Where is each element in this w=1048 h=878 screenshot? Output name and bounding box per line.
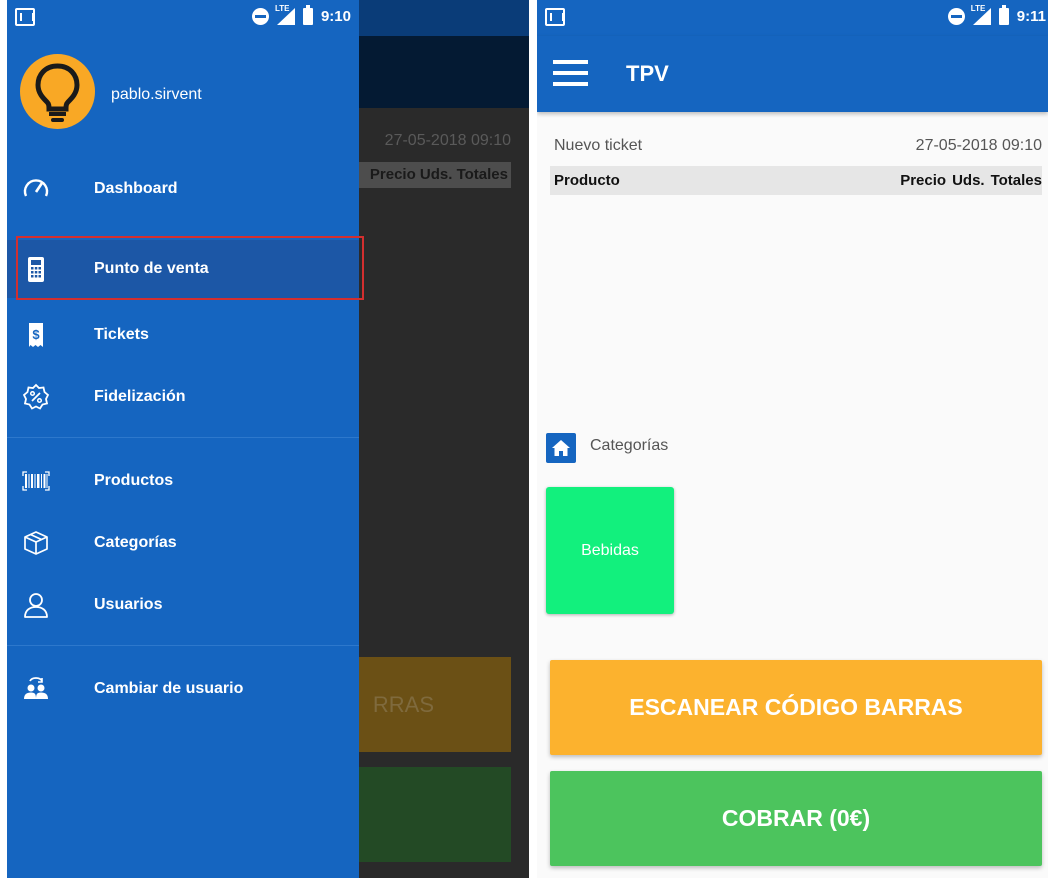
- speedometer-icon: [23, 179, 49, 197]
- menu-item-productos[interactable]: Productos: [7, 452, 359, 510]
- discount-badge-icon: [22, 383, 50, 410]
- svg-text:$: $: [32, 327, 40, 342]
- ticket-table-header: Producto Precio Uds. Totales: [550, 166, 1042, 195]
- menu-label: Usuarios: [94, 596, 163, 613]
- dimmed-scan-button: RRAS: [352, 657, 511, 752]
- user-icon: [24, 593, 48, 618]
- menu-divider: [7, 437, 359, 438]
- home-icon[interactable]: [546, 433, 576, 463]
- box-icon: [24, 531, 48, 555]
- barcode-icon: [22, 471, 50, 491]
- menu-item-tickets[interactable]: $ Tickets: [7, 306, 359, 364]
- ticket-date: 27-05-2018 09:10: [915, 137, 1042, 154]
- categories-label: Categorías: [590, 437, 669, 454]
- username: pablo.sirvent: [111, 86, 202, 103]
- hamburger-menu-icon[interactable]: [553, 60, 588, 86]
- right-screenshot: LTE 9:11 TPV Nuevo ticket 27-05-2018 09:…: [537, 0, 1048, 878]
- ticket-label: Nuevo ticket: [554, 137, 643, 154]
- menu-label: Categorías: [94, 534, 177, 551]
- menu-label: Tickets: [94, 326, 149, 343]
- menu-label: Cambiar de usuario: [94, 680, 244, 697]
- dimmed-table-header: Precio Uds. Totales: [352, 162, 511, 188]
- category-tile-bebidas[interactable]: Bebidas: [546, 487, 674, 614]
- selection-highlight-box: [16, 236, 364, 300]
- column-header-product: Producto: [554, 172, 620, 189]
- receipt-icon: $: [29, 323, 43, 347]
- menu-item-cambiar-de-usuario[interactable]: Cambiar de usuario: [7, 660, 359, 718]
- menu-item-dashboard[interactable]: Dashboard: [7, 160, 359, 218]
- clock: 9:11: [1016, 8, 1046, 25]
- menu-divider: [7, 645, 359, 646]
- status-bar: LTE 9:11: [537, 0, 1048, 36]
- menu-item-usuarios[interactable]: Usuarios: [7, 576, 359, 634]
- dimmed-pay-button: [352, 767, 511, 862]
- menu-item-fidelizacion[interactable]: Fidelización: [7, 368, 359, 426]
- signal-icon: LTE: [971, 4, 991, 25]
- switch-user-icon: [24, 677, 48, 699]
- scan-barcode-button[interactable]: ESCANEAR CÓDIGO BARRAS: [550, 660, 1042, 755]
- column-header-totals: Totales: [990, 172, 1042, 189]
- drawer-content: pablo.sirvent Dashboard Punto de venta $…: [7, 0, 364, 878]
- menu-label: Fidelización: [94, 388, 186, 405]
- menu-label: Productos: [94, 472, 174, 489]
- gmail-notification-icon: [545, 8, 565, 26]
- page-title: TPV: [626, 61, 669, 86]
- column-header-units: Uds.: [952, 172, 985, 189]
- avatar[interactable]: [20, 54, 95, 129]
- do-not-disturb-icon: [947, 8, 965, 25]
- app-bar: TPV: [537, 36, 1048, 112]
- battery-icon: [998, 5, 1009, 25]
- lightbulb-icon: [35, 63, 80, 122]
- menu-label: Dashboard: [94, 180, 178, 197]
- menu-item-categorias[interactable]: Categorías: [7, 514, 359, 572]
- dimmed-ticket-date: 27-05-2018 09:10: [384, 132, 511, 149]
- column-header-price: Precio: [900, 172, 947, 189]
- pay-button[interactable]: COBRAR (0€): [550, 771, 1042, 866]
- dimmed-scan-label: RRAS: [372, 692, 434, 717]
